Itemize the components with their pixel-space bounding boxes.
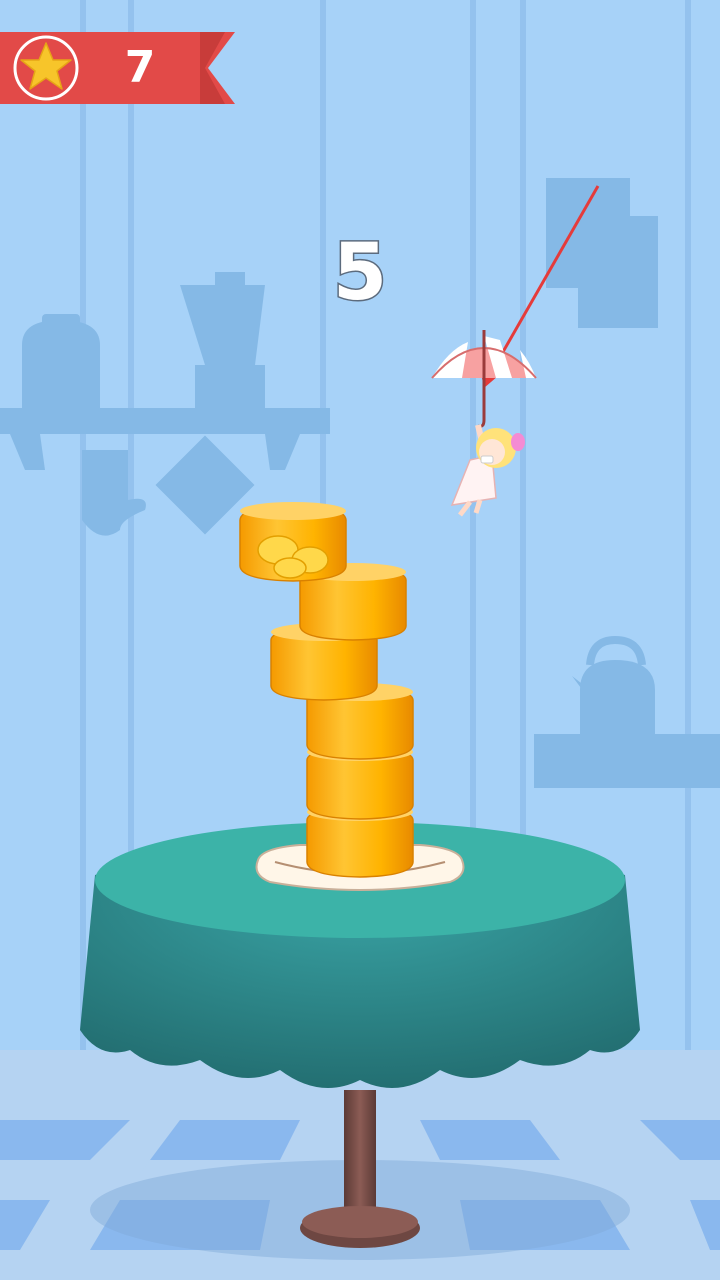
shelf bbox=[0, 408, 330, 434]
star-count: 7 bbox=[124, 42, 156, 93]
right-shelf bbox=[534, 734, 720, 788]
falling-jelly[interactable] bbox=[239, 502, 347, 582]
jar-silhouette bbox=[22, 320, 100, 408]
score-counter: 5 bbox=[331, 227, 388, 320]
game-scene[interactable] bbox=[0, 0, 720, 1280]
star-icon bbox=[13, 35, 79, 101]
kettle-silhouette bbox=[580, 660, 655, 735]
